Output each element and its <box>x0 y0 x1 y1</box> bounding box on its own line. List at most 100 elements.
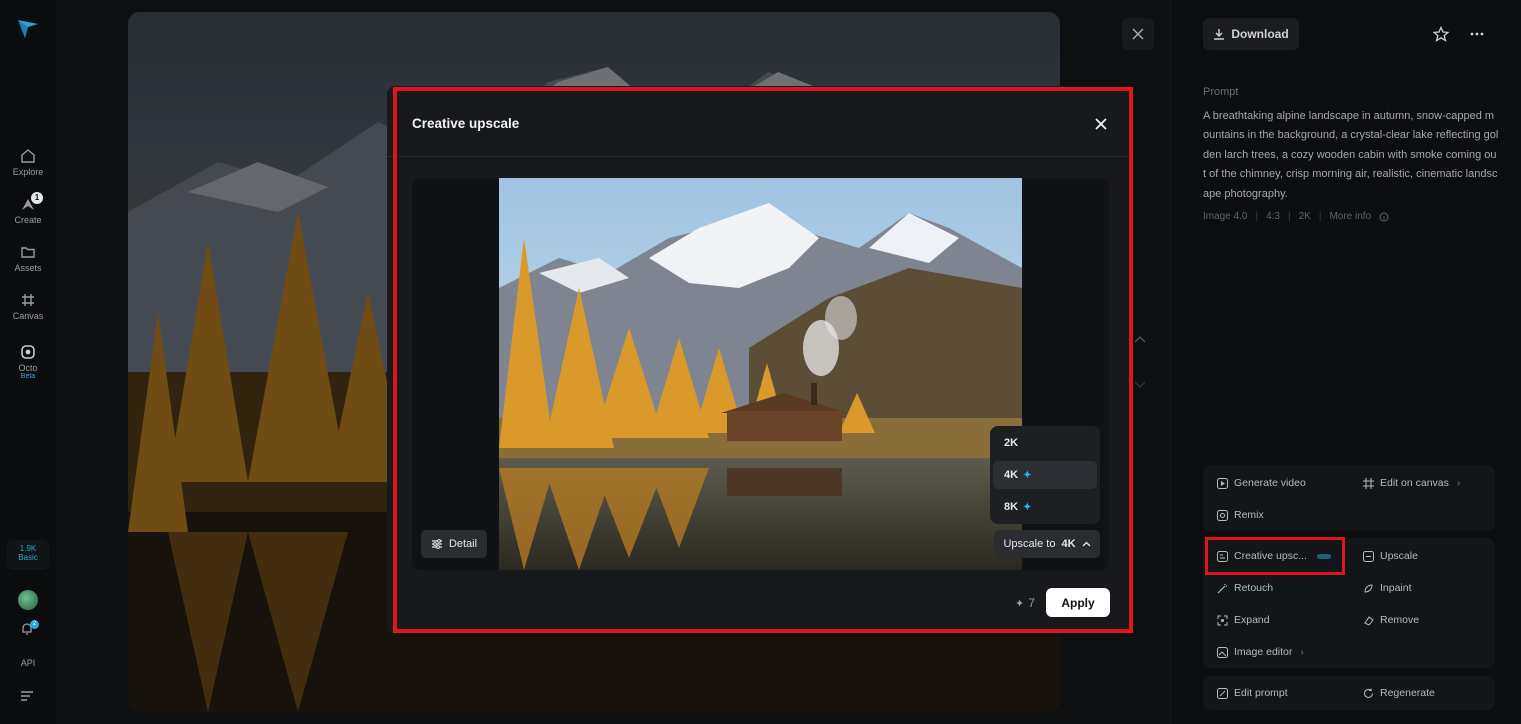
inpaint-label: Inpaint <box>1380 582 1412 594</box>
close-icon[interactable] <box>1093 116 1109 132</box>
refresh-icon <box>1364 688 1373 698</box>
right-panel: Download Prompt A breathtaking alpine la… <box>1170 0 1521 724</box>
generate-video-label: Generate video <box>1234 477 1306 489</box>
credit-cost: ✦ 7 <box>1015 596 1035 610</box>
resolution-4k-label: 4K <box>1004 469 1019 481</box>
resolution-8k-label: 8K <box>1004 501 1019 513</box>
remove-button[interactable]: Remove <box>1363 614 1419 626</box>
download-icon <box>1214 29 1225 40</box>
nav-explore[interactable]: Explore <box>0 148 56 177</box>
edit-on-canvas-button[interactable]: Edit on canvas › <box>1363 477 1460 489</box>
remix-label: Remix <box>1234 509 1264 521</box>
image-meta: Image 4.0 | 4:3 | 2K | More info <box>1203 211 1389 222</box>
home-icon <box>21 149 35 163</box>
resolution-dropdown-menu: 2K 4K ✦ 8K ✦ <box>990 426 1100 524</box>
inpaint-button[interactable]: Inpaint <box>1363 582 1412 594</box>
upscale-button[interactable]: Upscale <box>1363 550 1418 562</box>
cost-value: 7 <box>1028 596 1035 610</box>
folder-icon <box>21 247 35 258</box>
nav-assets-label: Assets <box>14 263 42 273</box>
upscale-label: Upscale <box>1380 550 1418 562</box>
upscale-to-select[interactable]: Upscale to 4K <box>994 530 1100 558</box>
close-viewer-button[interactable] <box>1122 18 1154 50</box>
more-info-link[interactable]: More info <box>1329 211 1371 222</box>
retouch-label: Retouch <box>1234 582 1274 594</box>
info-icon[interactable] <box>1379 212 1389 222</box>
canvas-icon <box>1363 477 1374 489</box>
menu-icon[interactable] <box>20 690 34 702</box>
edit-prompt-icon <box>1217 687 1228 699</box>
sliders-icon <box>431 539 442 549</box>
landscape-preview-image <box>499 178 1022 570</box>
beta-tag: Beta <box>20 373 36 380</box>
upscale-preview: Detail 2K 4K ✦ 8K ✦ Upscale to 4K <box>412 178 1109 570</box>
credit-sparkle-icon: ✦ <box>1015 597 1025 610</box>
upscale-icon <box>1363 550 1374 562</box>
expand-label: Expand <box>1234 614 1270 626</box>
star-icon[interactable] <box>1433 26 1449 42</box>
detail-label: Detail <box>448 538 478 550</box>
chevron-up-icon <box>1082 541 1090 546</box>
octo-icon <box>21 345 35 359</box>
edit-prompt-button[interactable]: Edit prompt <box>1217 687 1288 699</box>
nav-canvas-label: Canvas <box>12 311 44 321</box>
creative-upscale-modal: Creative upscale Detail 2K 4K ✦ 8K ✦ Ups… <box>387 86 1133 634</box>
action-group-3: Edit prompt Regenerate <box>1203 676 1495 710</box>
create-badge: 1 <box>31 192 43 204</box>
remove-label: Remove <box>1380 614 1420 626</box>
credits-amount: 1.9K <box>19 544 37 553</box>
edit-on-canvas-label: Edit on canvas <box>1380 477 1449 489</box>
image-editor-label: Image editor <box>1234 646 1293 658</box>
chevron-down-icon[interactable] <box>1132 376 1148 392</box>
meta-ratio: 4:3 <box>1266 211 1280 222</box>
action-group-1: Generate video Edit on canvas › Remix <box>1203 465 1495 531</box>
detail-button[interactable]: Detail <box>421 530 487 558</box>
preview-image <box>499 178 1022 570</box>
selected-resolution: 4K <box>1061 538 1076 550</box>
eraser-icon <box>1364 615 1374 626</box>
resolution-2k-label: 2K <box>1004 437 1019 449</box>
chevron-right-icon: › <box>1456 477 1461 489</box>
regenerate-label: Regenerate <box>1380 687 1435 699</box>
nav-create-label: Create <box>14 215 42 225</box>
nav-create[interactable]: 1 Create <box>0 192 56 225</box>
creative-upscale-highlight <box>1205 537 1345 575</box>
nav-canvas[interactable]: Canvas <box>0 292 56 321</box>
logo-icon[interactable] <box>16 16 40 40</box>
sparkle-icon: ✦ <box>1023 469 1032 481</box>
modal-divider <box>387 156 1133 157</box>
close-icon <box>1132 28 1144 40</box>
notification-count: 2 <box>30 620 39 629</box>
nav-explore-label: Explore <box>12 167 44 177</box>
avatar[interactable] <box>18 590 38 610</box>
api-link[interactable]: API <box>0 658 56 668</box>
left-sidebar: Explore 1 Create Assets Canvas Octo Beta… <box>0 0 56 724</box>
expand-icon <box>1217 615 1228 625</box>
remix-icon <box>1217 509 1228 521</box>
retouch-button[interactable]: Retouch <box>1217 582 1273 594</box>
modal-title: Creative upscale <box>412 116 520 131</box>
nav-octo[interactable]: Octo Beta <box>0 344 56 380</box>
download-button[interactable]: Download <box>1203 18 1299 50</box>
more-icon[interactable] <box>1469 26 1485 42</box>
credits-pill[interactable]: 1.9K Basic <box>7 540 49 570</box>
resolution-option-4k[interactable]: 4K ✦ <box>993 461 1097 489</box>
image-editor-icon <box>1217 646 1228 658</box>
chevron-up-icon[interactable] <box>1132 332 1148 348</box>
resolution-option-8k[interactable]: 8K ✦ <box>993 493 1097 521</box>
resolution-option-2k[interactable]: 2K <box>993 429 1097 457</box>
sparkle-icon: ✦ <box>1023 501 1032 513</box>
apply-button[interactable]: Apply <box>1046 588 1110 617</box>
nav-assets[interactable]: Assets <box>0 244 56 273</box>
download-label: Download <box>1231 27 1289 41</box>
prompt-text: A breathtaking alpine landscape in autum… <box>1203 110 1499 200</box>
regenerate-button[interactable]: Regenerate <box>1363 687 1435 699</box>
image-editor-button[interactable]: Image editor › <box>1217 646 1304 658</box>
edit-prompt-label: Edit prompt <box>1234 687 1288 699</box>
expand-button[interactable]: Expand <box>1217 614 1270 626</box>
remix-button[interactable]: Remix <box>1217 509 1264 521</box>
prompt-label: Prompt <box>1203 86 1239 98</box>
upscale-to-label: Upscale to <box>1003 538 1056 550</box>
meta-model: Image 4.0 <box>1203 211 1248 222</box>
generate-video-button[interactable]: Generate video <box>1217 477 1306 489</box>
